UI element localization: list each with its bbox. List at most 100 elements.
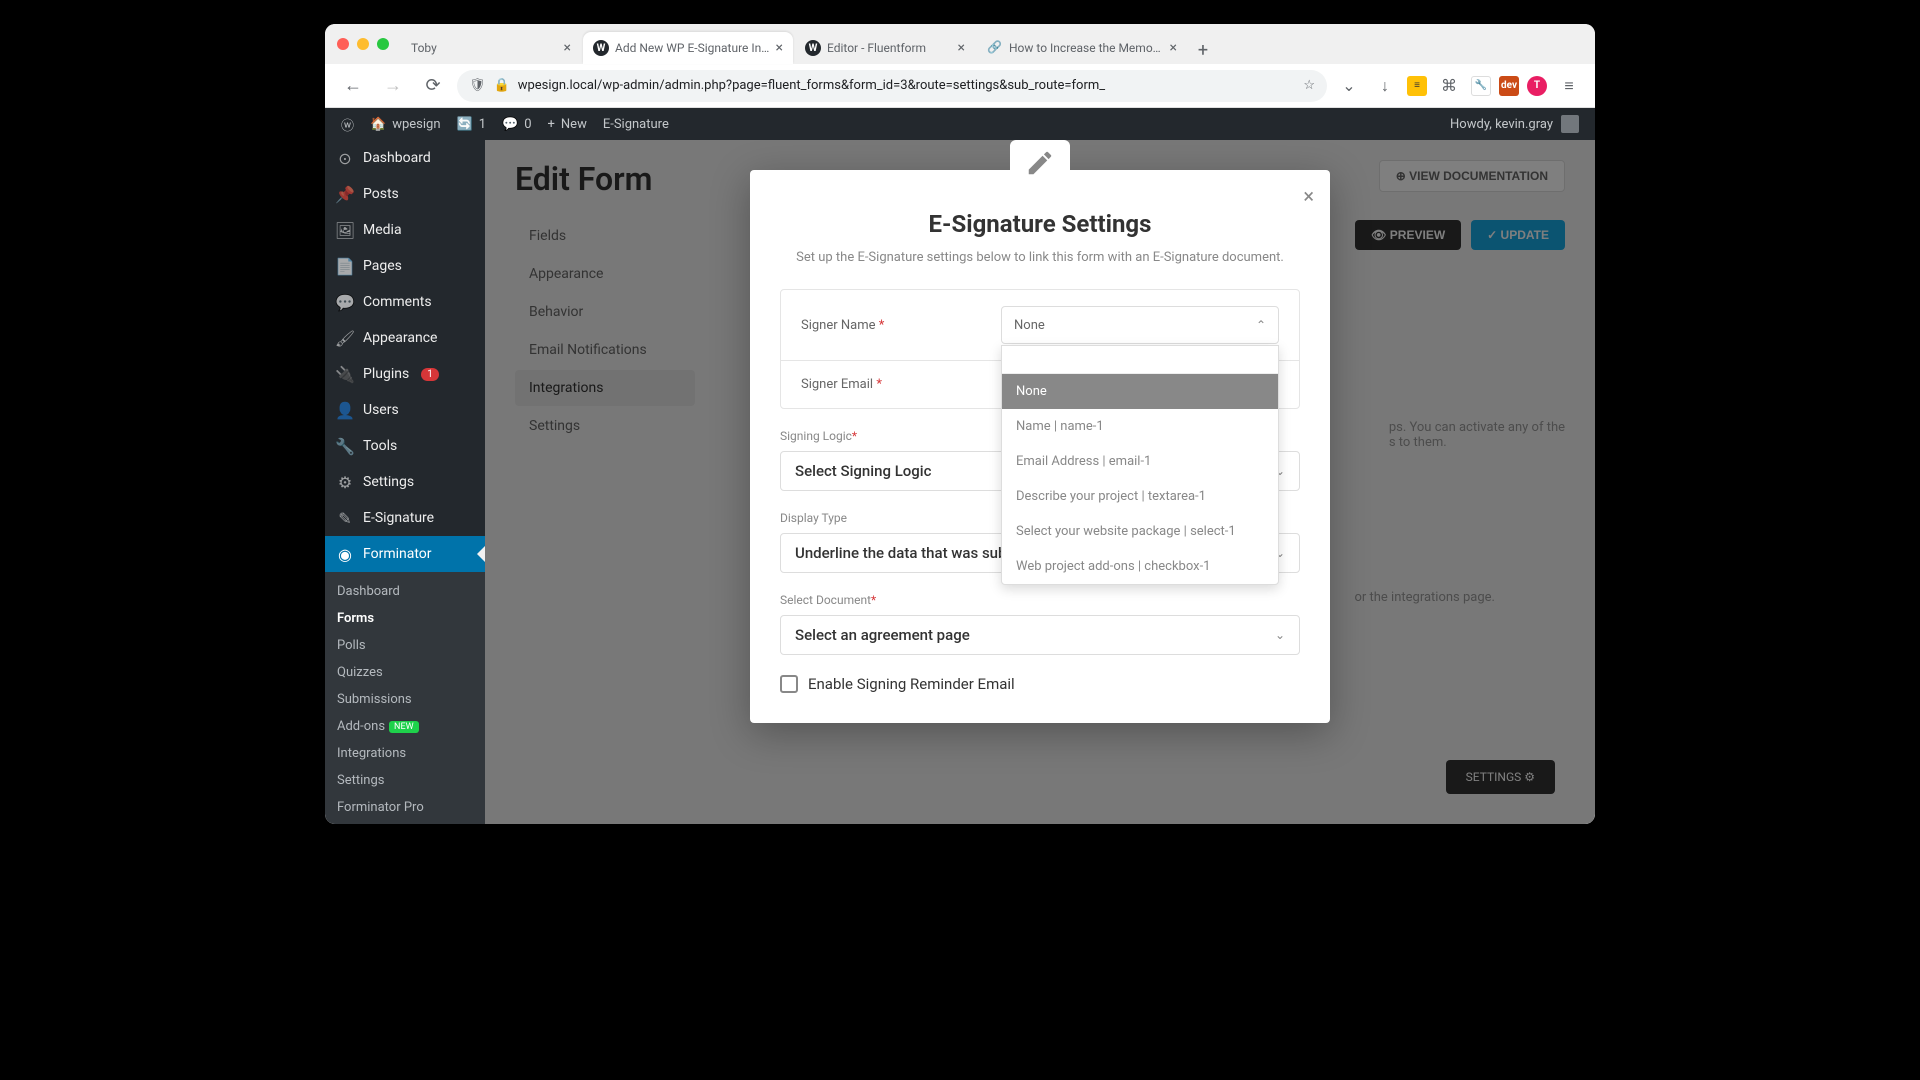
dropdown-option-checkbox[interactable]: Web project add-ons | checkbox-1 <box>1002 549 1278 584</box>
tab-close-icon[interactable]: × <box>1170 40 1177 56</box>
modal-close-button[interactable]: × <box>1303 184 1314 208</box>
pencil-icon <box>1025 148 1055 178</box>
download-icon[interactable]: ↓ <box>1371 72 1399 100</box>
browser-tab-toby[interactable]: Toby × <box>401 32 581 64</box>
modal-subtitle: Set up the E-Signature settings below to… <box>780 250 1300 265</box>
submenu-settings[interactable]: Settings <box>325 767 485 794</box>
select-document-label: Select Document* <box>780 593 1300 607</box>
sliders-icon: ⚙ <box>335 472 355 492</box>
extension-icon-1[interactable]: ≡ <box>1407 76 1427 96</box>
tab-close-icon[interactable]: × <box>958 40 965 56</box>
chevron-up-icon: ⌃ <box>1256 318 1266 332</box>
forward-button[interactable]: → <box>377 70 409 102</box>
update-icon: 🔄 <box>457 117 473 132</box>
tab-close-icon[interactable]: × <box>776 40 783 56</box>
menu-icon[interactable]: ≡ <box>1555 72 1583 100</box>
new-tab-button[interactable]: + <box>1189 36 1217 64</box>
browser-tab-fluentform[interactable]: W Editor - Fluentform × <box>795 32 975 64</box>
dropdown-option-name[interactable]: Name | name-1 <box>1002 409 1278 444</box>
adminbar-wp-logo[interactable]: ⓦ <box>333 108 362 140</box>
adminbar-site[interactable]: 🏠wpesign <box>362 108 449 140</box>
sidebar-item-pages[interactable]: 📄Pages <box>325 248 485 284</box>
sidebar-item-dashboard[interactable]: ⊙Dashboard <box>325 140 485 176</box>
media-icon: 🖼 <box>335 220 355 240</box>
dropdown-option-select[interactable]: Select your website package | select-1 <box>1002 514 1278 549</box>
adminbar-esignature[interactable]: E-Signature <box>595 108 677 140</box>
sidebar-item-plugins[interactable]: 🔌Plugins1 <box>325 356 485 392</box>
star-icon[interactable]: ☆ <box>1303 78 1315 93</box>
extension-icon-3[interactable]: 🔧 <box>1471 76 1491 96</box>
adminbar-account[interactable]: Howdy, kevin.gray <box>1450 115 1587 133</box>
avatar <box>1561 115 1579 133</box>
sidebar-item-users[interactable]: 👤Users <box>325 392 485 428</box>
sidebar-item-appearance[interactable]: 🖌Appearance <box>325 320 485 356</box>
link-favicon: 🔗 <box>987 40 1003 56</box>
modal-overlay: × E-Signature Settings Set up the E-Sign… <box>485 140 1595 824</box>
chevron-down-icon: ⌄ <box>1275 628 1285 642</box>
submenu-addons[interactable]: Add-onsNEW <box>325 713 485 740</box>
wp-body: ⊙Dashboard 📌Posts 🖼Media 📄Pages 💬Comment… <box>325 140 1595 824</box>
reminder-checkbox-row[interactable]: Enable Signing Reminder Email <box>780 675 1300 693</box>
reminder-checkbox[interactable] <box>780 675 798 693</box>
lock-icon: 🔒 <box>494 78 510 93</box>
update-badge: 1 <box>421 368 439 381</box>
submenu-quizzes[interactable]: Quizzes <box>325 659 485 686</box>
url-bar[interactable]: 🛡 🔒 wpesign.local/wp-admin/admin.php?pag… <box>457 70 1327 102</box>
wordpress-favicon: W <box>805 40 821 56</box>
submenu-dashboard[interactable]: Dashboard <box>325 578 485 605</box>
pen-icon: ✎ <box>335 508 355 528</box>
dropdown-option-none[interactable]: None <box>1002 374 1278 409</box>
toolbar-icons: ⌄ ↓ ≡ ⌘ 🔧 dev T ≡ <box>1335 72 1583 100</box>
howdy-text: Howdy, kevin.gray <box>1450 117 1553 132</box>
back-button[interactable]: ← <box>337 70 369 102</box>
wp-sidebar: ⊙Dashboard 📌Posts 🖼Media 📄Pages 💬Comment… <box>325 140 485 824</box>
submenu-integrations[interactable]: Integrations <box>325 740 485 767</box>
adminbar-new[interactable]: +New <box>540 108 595 140</box>
submenu-polls[interactable]: Polls <box>325 632 485 659</box>
signer-email-label: Signer Email * <box>801 377 1001 392</box>
extension-icon-2[interactable]: ⌘ <box>1435 72 1463 100</box>
browser-tab-memory[interactable]: 🔗 How to Increase the Memory Li × <box>977 32 1187 64</box>
select-document-select[interactable]: Select an agreement page ⌄ <box>780 615 1300 655</box>
tab-title: Editor - Fluentform <box>827 41 952 55</box>
wp-adminbar: ⓦ 🏠wpesign 🔄1 💬0 +New E-Signature Howdy,… <box>325 108 1595 140</box>
maximize-window-button[interactable] <box>377 38 389 50</box>
dropdown-option-email[interactable]: Email Address | email-1 <box>1002 444 1278 479</box>
modal-title: E-Signature Settings <box>780 210 1300 238</box>
signer-name-label: Signer Name * <box>801 318 1001 333</box>
sidebar-item-settings[interactable]: ⚙Settings <box>325 464 485 500</box>
browser-tab-active[interactable]: W Add New WP E-Signature Integr × <box>583 32 793 64</box>
reload-button[interactable]: ⟳ <box>417 70 449 102</box>
home-icon: 🏠 <box>370 117 386 132</box>
browser-tabs: Toby × W Add New WP E-Signature Integr ×… <box>401 24 1583 64</box>
dropdown-option-textarea[interactable]: Describe your project | textarea-1 <box>1002 479 1278 514</box>
adminbar-comments[interactable]: 💬0 <box>494 108 540 140</box>
submenu-pro[interactable]: Forminator Pro <box>325 794 485 821</box>
sidebar-item-tools[interactable]: 🔧Tools <box>325 428 485 464</box>
extension-icon-4[interactable]: dev <box>1499 76 1519 96</box>
signer-name-select[interactable]: None ⌃ <box>1001 306 1279 344</box>
tab-title: Toby <box>411 41 558 55</box>
comment-icon: 💬 <box>502 117 518 132</box>
sidebar-item-posts[interactable]: 📌Posts <box>325 176 485 212</box>
submenu-submissions[interactable]: Submissions <box>325 686 485 713</box>
adminbar-updates[interactable]: 🔄1 <box>449 108 495 140</box>
plugin-icon: 🔌 <box>335 364 355 384</box>
extension-icon-5[interactable]: T <box>1527 76 1547 96</box>
browser-window: Toby × W Add New WP E-Signature Integr ×… <box>325 24 1595 824</box>
minimize-window-button[interactable] <box>357 38 369 50</box>
dropdown-search[interactable] <box>1002 346 1278 374</box>
sidebar-item-forminator[interactable]: ◉Forminator <box>325 536 485 572</box>
sidebar-item-media[interactable]: 🖼Media <box>325 212 485 248</box>
tab-title: Add New WP E-Signature Integr <box>615 41 770 55</box>
sidebar-item-esignature[interactable]: ✎E-Signature <box>325 500 485 536</box>
tab-close-icon[interactable]: × <box>564 40 571 56</box>
shield-icon: 🛡 <box>469 78 486 93</box>
submenu-forms[interactable]: Forms <box>325 605 485 632</box>
sidebar-item-comments[interactable]: 💬Comments <box>325 284 485 320</box>
traffic-lights <box>337 38 389 50</box>
close-window-button[interactable] <box>337 38 349 50</box>
forminator-icon: ◉ <box>335 544 355 564</box>
pocket-icon[interactable]: ⌄ <box>1335 72 1363 100</box>
wp-content: Edit Form ⊕ VIEW DOCUMENTATION 👁 PREVIEW… <box>485 140 1595 824</box>
